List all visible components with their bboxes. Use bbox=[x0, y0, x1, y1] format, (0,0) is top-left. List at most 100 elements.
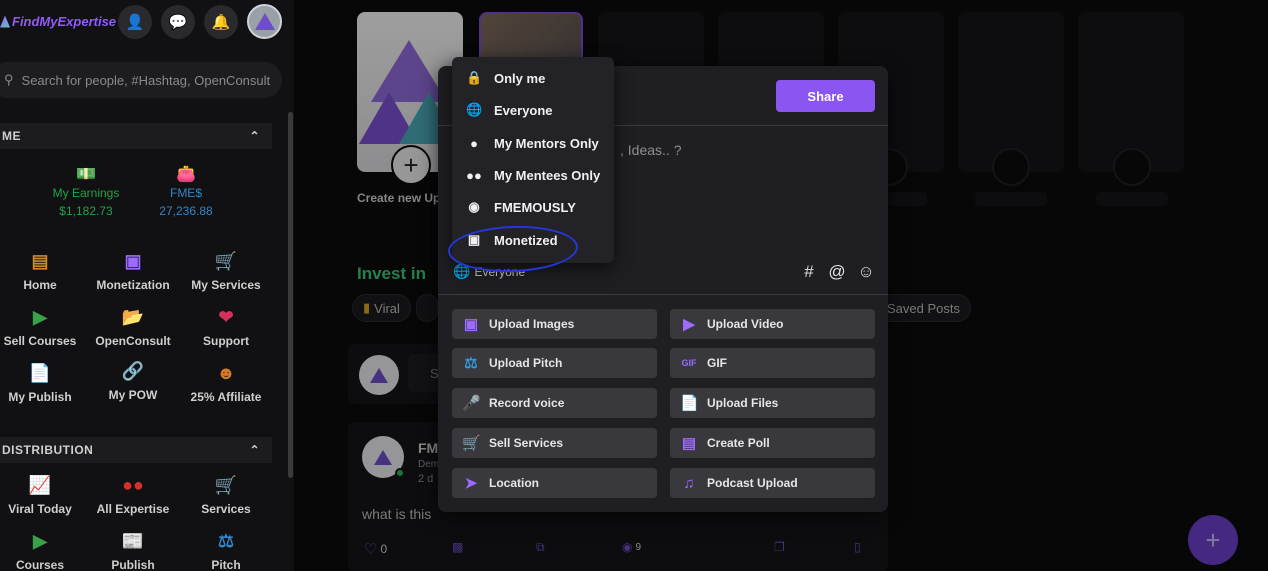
nav-monetization-label: Monetization bbox=[96, 278, 170, 292]
composer-textarea[interactable]: , Ideas.. ? bbox=[620, 142, 681, 158]
nav-my-services-label: My Services bbox=[191, 278, 261, 292]
pitch-icon: ⚖ bbox=[217, 531, 235, 551]
record-voice-button[interactable]: 🎤 Record voice bbox=[452, 388, 657, 418]
play-icon: ▶ bbox=[33, 307, 47, 327]
location-label: Location bbox=[489, 476, 539, 490]
pitch-icon: ⚖ bbox=[464, 355, 478, 372]
chart-icon: 📈 bbox=[28, 475, 52, 495]
gif-label: GIF bbox=[707, 356, 727, 370]
cart-icon: 🛒 bbox=[214, 251, 238, 271]
nav-monetization[interactable]: ▣ Monetization bbox=[83, 248, 183, 292]
nav-openconsult[interactable]: 📂 OpenConsult bbox=[83, 304, 183, 348]
audience-option-label: My Mentors Only bbox=[494, 135, 599, 151]
record-voice-label: Record voice bbox=[489, 396, 565, 410]
document-icon: 📄 bbox=[28, 363, 52, 383]
home-icon: ▤ bbox=[31, 251, 49, 271]
nav-services-label: Services bbox=[201, 502, 251, 516]
nav-openconsult-label: OpenConsult bbox=[95, 334, 171, 348]
nav-affiliate[interactable]: ☻ 25% Affiliate bbox=[176, 360, 276, 404]
nav-home-label: Home bbox=[23, 278, 57, 292]
audience-option-label: FMEMOUSLY bbox=[494, 199, 576, 215]
upload-images-label: Upload Images bbox=[489, 317, 575, 331]
support-icon: ❤ bbox=[218, 307, 234, 327]
globe-icon: 🌐 bbox=[466, 102, 483, 117]
messages-icon[interactable]: 💬 bbox=[161, 5, 195, 39]
profile-avatar[interactable] bbox=[247, 4, 282, 39]
audience-option-label: My Mentees Only bbox=[494, 167, 601, 183]
nav-all-expertise[interactable]: ●● All Expertise bbox=[83, 472, 183, 516]
mic-icon: 🎤 bbox=[462, 395, 481, 412]
nav-services[interactable]: 🛒 Services bbox=[176, 472, 276, 516]
nav-publish[interactable]: 📰 Publish bbox=[83, 528, 183, 571]
my-earnings[interactable]: 💵 My Earnings $1,182.73 bbox=[50, 166, 122, 220]
create-poll-button[interactable]: ▤ Create Poll bbox=[670, 428, 875, 458]
nav-sell-courses[interactable]: ▶ Sell Courses bbox=[0, 304, 90, 348]
location-button[interactable]: ➤ Location bbox=[452, 468, 657, 498]
nav-my-pow[interactable]: 🔗 My POW bbox=[83, 358, 183, 402]
nav-all-expertise-label: All Expertise bbox=[96, 502, 170, 516]
fmes-balance[interactable]: 👛 FME$ 27,236.88 bbox=[150, 166, 222, 220]
brand-logo[interactable]: FindMyExpertise bbox=[0, 14, 116, 29]
search-bar[interactable]: ⚲ Search for people, #Hashtag, OpenConsu… bbox=[0, 62, 282, 98]
incognito-icon: ◉ bbox=[468, 199, 480, 214]
location-icon: ➤ bbox=[464, 475, 478, 492]
nav-my-publish[interactable]: 📄 My Publish bbox=[0, 360, 90, 404]
nav-my-services[interactable]: 🛒 My Services bbox=[176, 248, 276, 292]
people-icon: ●● bbox=[466, 167, 482, 183]
audience-option-fmemously[interactable]: ◉ FMEMOUSLY bbox=[452, 192, 614, 222]
upload-video-button[interactable]: ▶ Upload Video bbox=[670, 309, 875, 339]
podcast-upload-button[interactable]: ♫ Podcast Upload bbox=[670, 468, 875, 498]
sell-services-button[interactable]: 🛒 Sell Services bbox=[452, 428, 657, 458]
audience-option-everyone[interactable]: 🌐 Everyone bbox=[452, 95, 614, 125]
music-icon: ♫ bbox=[683, 474, 695, 492]
hashtag-icon[interactable]: # bbox=[799, 262, 819, 282]
mention-icon[interactable]: @ bbox=[827, 262, 847, 282]
wallet-icon: 👛 bbox=[176, 166, 196, 183]
nav-affiliate-label: 25% Affiliate bbox=[190, 390, 262, 404]
section-me-header[interactable]: ME ⌃ bbox=[0, 123, 272, 149]
folder-icon: 📂 bbox=[121, 307, 145, 327]
card-icon: ▣ bbox=[124, 251, 142, 271]
nav-publish-label: Publish bbox=[111, 558, 155, 571]
nav-sell-courses-label: Sell Courses bbox=[3, 334, 77, 348]
sidebar-scrollbar[interactable] bbox=[288, 112, 293, 478]
sidebar: FindMyExpertise 👤 💬 🔔 ⚲ Search for peopl… bbox=[0, 0, 294, 571]
audience-option-mentees[interactable]: ●● My Mentees Only bbox=[452, 160, 614, 190]
nav-viral-today[interactable]: 📈 Viral Today bbox=[0, 472, 90, 516]
play-icon: ▶ bbox=[33, 531, 47, 551]
link-icon: 🔗 bbox=[121, 361, 145, 381]
share-button[interactable]: Share bbox=[776, 80, 875, 112]
nav-courses-label: Courses bbox=[15, 558, 65, 571]
cart-icon: 🛒 bbox=[462, 435, 481, 452]
audience-option-label: Everyone bbox=[494, 102, 553, 118]
upload-video-label: Upload Video bbox=[707, 317, 784, 331]
emoji-icon[interactable]: ☺ bbox=[856, 262, 876, 282]
fmes-label: FME$ bbox=[169, 186, 202, 200]
newspaper-icon: 📰 bbox=[121, 531, 145, 551]
section-me-title: ME bbox=[2, 129, 21, 143]
notifications-icon[interactable]: 🔔 bbox=[204, 5, 238, 39]
upload-images-button[interactable]: ▣ Upload Images bbox=[452, 309, 657, 339]
audience-option-only-me[interactable]: 🔒 Only me bbox=[452, 63, 614, 93]
create-poll-label: Create Poll bbox=[707, 436, 770, 450]
nav-support[interactable]: ❤ Support bbox=[176, 304, 276, 348]
earnings-label: My Earnings bbox=[52, 186, 120, 200]
nav-support-label: Support bbox=[203, 334, 249, 348]
search-icon: ⚲ bbox=[4, 72, 14, 87]
poll-icon: ▤ bbox=[681, 435, 697, 452]
earnings-value: $1,182.73 bbox=[59, 204, 113, 218]
nav-pitch[interactable]: ⚖ Pitch bbox=[176, 528, 276, 571]
section-distribution-header[interactable]: DISTRIBUTION ⌃ bbox=[0, 437, 272, 463]
sell-services-label: Sell Services bbox=[489, 436, 564, 450]
nav-courses[interactable]: ▶ Courses bbox=[0, 528, 90, 571]
nav-my-pow-label: My POW bbox=[108, 388, 158, 402]
audience-option-mentors[interactable]: ● My Mentors Only bbox=[452, 128, 614, 158]
add-user-icon[interactable]: 👤 bbox=[118, 5, 152, 39]
divider bbox=[438, 294, 888, 295]
cart-icon: 🛒 bbox=[214, 475, 238, 495]
upload-files-button[interactable]: 📄 Upload Files bbox=[670, 388, 875, 418]
nav-home[interactable]: ▤ Home bbox=[0, 248, 90, 292]
search-input[interactable]: Search for people, #Hashtag, OpenConsult bbox=[22, 73, 271, 88]
upload-pitch-button[interactable]: ⚖ Upload Pitch bbox=[452, 348, 657, 378]
gif-button[interactable]: GIF GIF bbox=[670, 348, 875, 378]
